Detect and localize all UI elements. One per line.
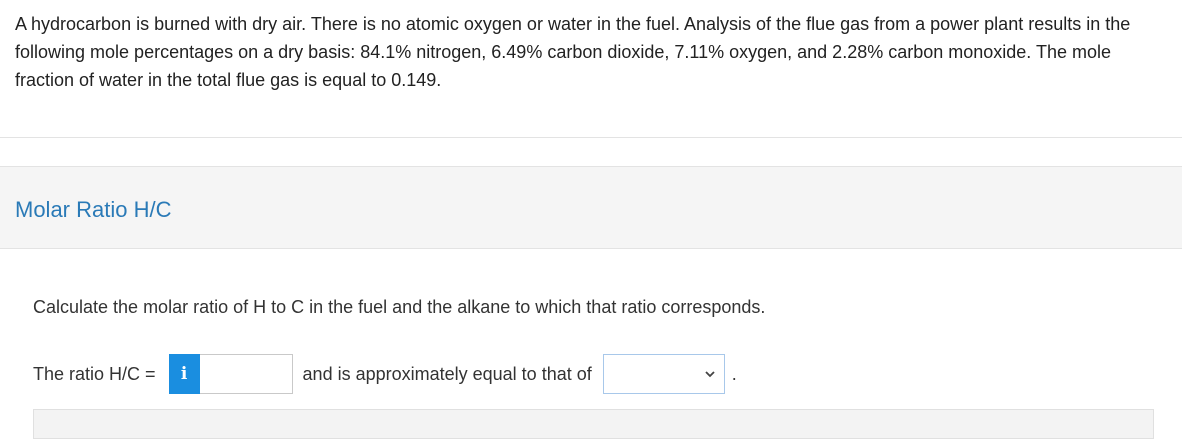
ratio-input[interactable]	[199, 354, 293, 394]
info-icon[interactable]: i	[168, 354, 200, 394]
period: .	[731, 363, 737, 384]
chevron-down-icon	[705, 371, 715, 378]
section-title: Molar Ratio H/C	[15, 197, 172, 222]
alkane-select[interactable]	[602, 354, 725, 394]
question-instruction: Calculate the molar ratio of H to C in t…	[33, 297, 766, 317]
divider	[0, 137, 1182, 138]
answer-row: The ratio H/C = i and is approximately e…	[33, 354, 737, 394]
ratio-label: The ratio H/C =	[33, 363, 156, 384]
approx-label: and is approximately equal to that of	[302, 363, 592, 384]
problem-statement: A hydrocarbon is burned with dry air. Th…	[15, 14, 1131, 90]
next-panel	[33, 409, 1154, 439]
section-header: Molar Ratio H/C	[0, 166, 1182, 249]
